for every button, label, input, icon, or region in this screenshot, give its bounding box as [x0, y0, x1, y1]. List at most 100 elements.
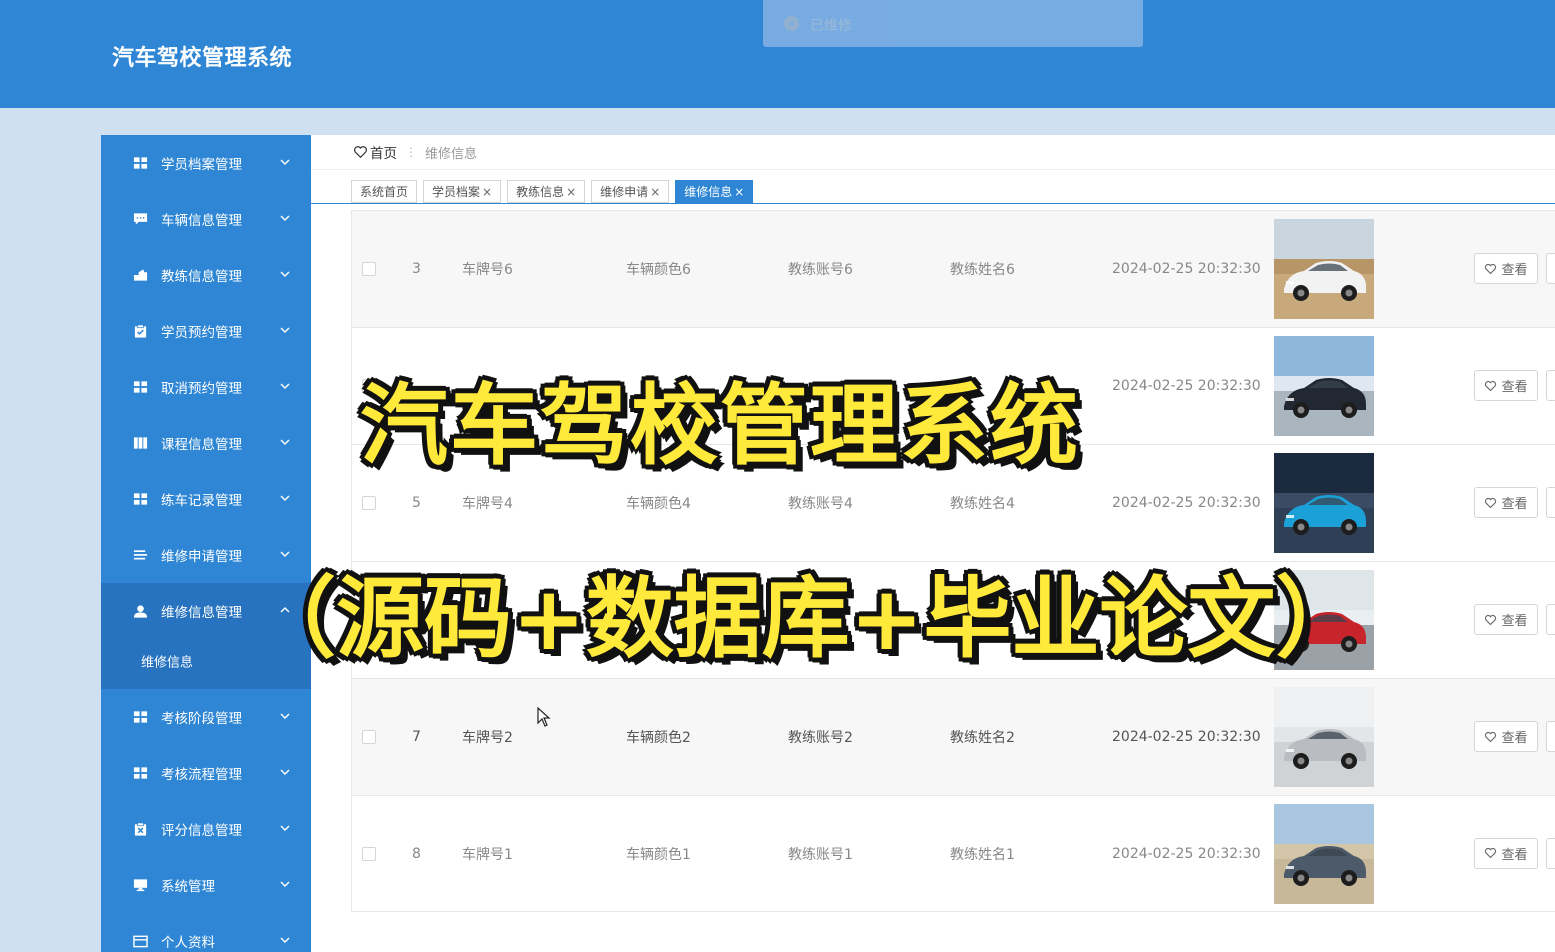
edit-button[interactable] [1546, 253, 1555, 284]
cell-vehicle-color: 车辆颜色6 [626, 262, 691, 278]
close-icon[interactable]: × [566, 185, 576, 199]
sidebar-item-label: 学员预约管理 [161, 325, 242, 341]
row-checkbox[interactable] [362, 846, 376, 861]
tab-3[interactable]: 维修申请 × [591, 180, 670, 203]
vehicle-image[interactable] [1274, 336, 1374, 436]
tab-label: 维修申请 [600, 185, 649, 199]
main-content: 首页 ⋮ 维修信息 系统首页 学员档案 × 教练信息 × 维修申请 × 维修信息 × 3 车牌号6… [311, 135, 1555, 952]
sidebar-item-label: 练车记录管理 [161, 493, 242, 509]
view-button[interactable]: 查看 [1474, 487, 1538, 518]
tab-label: 系统首页 [360, 185, 409, 199]
cell-coach-name: 教练姓名2 [950, 730, 1015, 746]
edit-button[interactable] [1546, 837, 1555, 869]
sidebar-item-label: 系统管理 [161, 879, 215, 895]
tab-4[interactable]: 维修信息 × [675, 180, 754, 203]
cell-timestamp: 2024-02-25 20:32:30 [1112, 378, 1261, 394]
sidebar-item-label: 取消预约管理 [161, 381, 242, 397]
sidebar-item-12[interactable]: 系统管理 [101, 857, 311, 913]
chevron-down-icon [280, 271, 290, 277]
car-photo-icon [1274, 336, 1374, 436]
cell-plate-number: 车牌号2 [462, 730, 513, 746]
clipboard-x-icon [134, 822, 147, 836]
view-button[interactable]: 查看 [1474, 370, 1538, 401]
tools-icon [133, 269, 148, 281]
edit-button[interactable] [1546, 370, 1555, 401]
row-checkbox[interactable] [362, 262, 376, 276]
edit-button[interactable] [1546, 721, 1555, 752]
toast-text: 已维修 [810, 18, 852, 34]
sidebar-item-11[interactable]: 评分信息管理 [101, 801, 311, 857]
view-button-label: 查看 [1501, 731, 1528, 746]
cell-coach-account: 教练账号2 [788, 730, 853, 746]
tab-1[interactable]: 学员档案 × [423, 180, 502, 203]
view-button[interactable]: 查看 [1474, 837, 1538, 869]
cell-id: 5 [412, 495, 421, 511]
table-row: 7 车牌号2 车辆颜色2 教练账号2 教练姓名2 2024-02-25 20:32:30 … [351, 678, 1555, 795]
cell-vehicle-color: 车辆颜色1 [626, 846, 691, 863]
sidebar-item-label: 考核流程管理 [161, 767, 242, 783]
car-photo-icon [1274, 803, 1374, 904]
table-row: 8 车牌号1 车辆颜色1 教练账号1 教练姓名1 2024-02-25 20:32:30 … [351, 795, 1555, 912]
row-checkbox[interactable] [362, 730, 376, 744]
sidebar-item-13[interactable]: 个人资料 [101, 913, 311, 952]
sidebar-item-label: 维修申请管理 [161, 549, 242, 565]
view-button[interactable]: 查看 [1474, 721, 1538, 752]
tab-label: 教练信息 [516, 185, 565, 199]
row-checkbox[interactable] [362, 496, 376, 510]
chevron-down-icon [280, 937, 290, 943]
vehicle-image[interactable] [1274, 453, 1374, 553]
edit-button[interactable] [1546, 487, 1555, 518]
breadcrumb: 首页 ⋮ 维修信息 [353, 142, 477, 162]
vehicle-image[interactable] [1274, 687, 1374, 787]
vehicle-image[interactable] [1274, 219, 1374, 319]
breadcrumb-home[interactable]: 首页 [370, 142, 397, 162]
close-icon[interactable]: × [734, 185, 744, 199]
cell-id: 8 [412, 845, 421, 862]
chevron-down-icon [280, 383, 290, 389]
chevron-down-icon [280, 881, 290, 887]
cell-timestamp: 2024-02-25 20:32:30 [1112, 729, 1261, 745]
tab-0[interactable]: 系统首页 [351, 180, 418, 203]
car-photo-icon [1274, 453, 1374, 553]
vehicle-image[interactable] [1274, 803, 1374, 904]
overlay-subtitle: （源码+数据库+毕业论文） [248, 567, 1364, 670]
tab-bar-underline [311, 203, 1555, 204]
sidebar-item-9[interactable]: 考核阶段管理 [101, 689, 311, 745]
close-icon[interactable]: × [482, 185, 492, 199]
app-title: 汽车驾校管理系统 [112, 46, 293, 71]
cell-id: 7 [412, 729, 421, 745]
cell-coach-account: 教练账号4 [788, 496, 853, 512]
view-button-label: 查看 [1501, 614, 1528, 629]
sidebar-item-6[interactable]: 练车记录管理 [101, 471, 311, 527]
tab-label: 学员档案 [432, 185, 481, 199]
cell-coach-name: 教练姓名4 [950, 496, 1015, 512]
heart-icon [1485, 497, 1497, 508]
sidebar-item-5[interactable]: 课程信息管理 [101, 415, 311, 471]
grid-icon [133, 493, 148, 505]
sidebar-item-4[interactable]: 取消预约管理 [101, 359, 311, 415]
tab-2[interactable]: 教练信息 × [507, 180, 586, 203]
edit-button[interactable] [1546, 604, 1555, 635]
heart-icon [1485, 847, 1497, 859]
sidebar-item-label: 教练信息管理 [161, 269, 242, 285]
chevron-down-icon [280, 769, 290, 775]
view-button[interactable]: 查看 [1474, 253, 1538, 284]
sidebar-item-2[interactable]: 教练信息管理 [101, 247, 311, 303]
view-button[interactable]: 查看 [1474, 604, 1538, 635]
cell-timestamp: 2024-02-25 20:32:30 [1112, 845, 1261, 862]
view-button-label: 查看 [1501, 497, 1528, 512]
cell-plate-number: 车牌号6 [462, 262, 513, 278]
heart-icon [1485, 731, 1497, 742]
chat-icon [133, 213, 148, 225]
view-button-label: 查看 [1501, 380, 1528, 395]
sidebar-item-10[interactable]: 考核流程管理 [101, 745, 311, 801]
chevron-down-icon [280, 825, 290, 831]
sidebar-item-1[interactable]: 车辆信息管理 [101, 191, 311, 247]
close-icon[interactable]: × [650, 185, 660, 199]
car-photo-icon [1274, 687, 1374, 787]
sidebar-item-label: 考核阶段管理 [161, 711, 242, 727]
sidebar-item-label: 评分信息管理 [161, 823, 242, 839]
sidebar-item-3[interactable]: 学员预约管理 [101, 303, 311, 359]
sidebar-item-0[interactable]: 学员档案管理 [101, 135, 311, 191]
heart-icon [1485, 380, 1497, 391]
